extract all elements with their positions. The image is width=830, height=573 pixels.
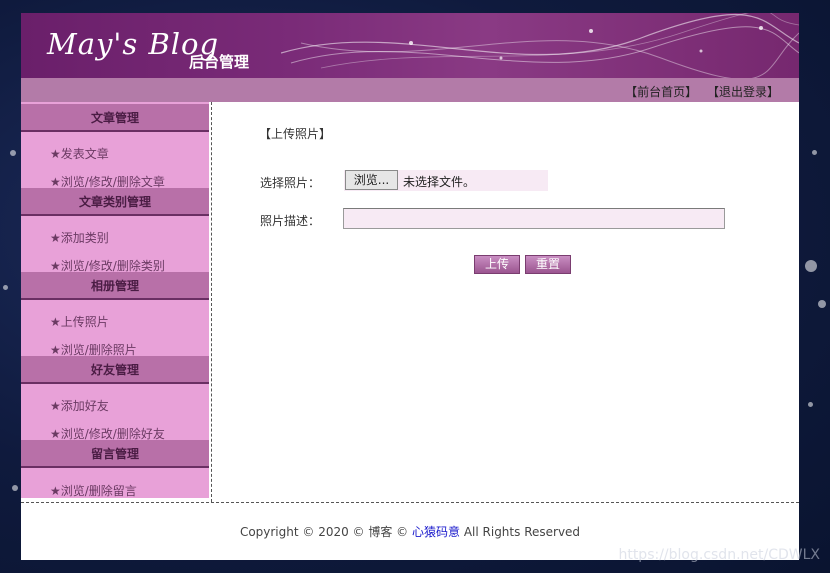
file-label: 选择照片： bbox=[260, 176, 321, 190]
star-dot bbox=[808, 402, 813, 407]
copyright-prefix: Copyright © 2020 © 博客 © bbox=[239, 525, 412, 539]
star-dot bbox=[818, 300, 826, 308]
site-link[interactable]: 心猿码意 bbox=[412, 525, 460, 539]
sidebar-item-add-friend[interactable]: ★添加好友 bbox=[50, 397, 109, 414]
sidebar-item-post-article[interactable]: ★发表文章 bbox=[50, 145, 109, 162]
reset-button[interactable]: 重置 bbox=[525, 255, 571, 274]
upload-button[interactable]: 上传 bbox=[474, 255, 520, 274]
header-banner: May's Blog 后台管理 bbox=[21, 13, 799, 78]
star-dot bbox=[12, 485, 18, 491]
sidebar-section-album[interactable]: 相册管理 bbox=[21, 272, 209, 300]
star-dot bbox=[3, 285, 8, 290]
sidebar-item-manage-messages[interactable]: ★浏览/删除留言 bbox=[50, 482, 137, 499]
browse-button[interactable]: 浏览... bbox=[345, 170, 398, 190]
star-dot bbox=[805, 260, 817, 272]
copyright-suffix: All Rights Reserved bbox=[460, 525, 581, 539]
sidebar-item-upload-photo[interactable]: ★上传照片 bbox=[50, 313, 109, 330]
file-status-text: 未选择文件。 bbox=[403, 175, 476, 189]
description-input[interactable] bbox=[343, 208, 725, 229]
top-links: 【前台首页】 【退出登录】 bbox=[619, 83, 779, 100]
admin-subtitle: 后台管理 bbox=[189, 53, 250, 71]
top-nav-bar: 【前台首页】 【退出登录】 bbox=[21, 78, 799, 102]
footer: Copyright © 2020 © 博客 © 心猿码意 All Rights … bbox=[21, 523, 799, 540]
sidebar-section-categories[interactable]: 文章类别管理 bbox=[21, 188, 209, 216]
admin-page: May's Blog 后台管理 【前台首页】 【退出登录】 文章管理 ★发表文章… bbox=[21, 13, 799, 560]
sidebar-item-add-category[interactable]: ★添加类别 bbox=[50, 229, 109, 246]
star-dot bbox=[812, 150, 817, 155]
sidebar-section-friends[interactable]: 好友管理 bbox=[21, 356, 209, 384]
frontend-home-link[interactable]: 【前台首页】 bbox=[625, 85, 697, 99]
sidebar-section-articles[interactable]: 文章管理 bbox=[21, 104, 209, 132]
watermark: https://blog.csdn.net/CDWLX bbox=[618, 547, 820, 563]
description-label: 照片描述： bbox=[260, 214, 321, 228]
file-input[interactable]: 浏览... 未选择文件。 bbox=[344, 170, 548, 191]
footer-divider bbox=[21, 502, 799, 503]
logout-link[interactable]: 【退出登录】 bbox=[707, 85, 779, 99]
star-dot bbox=[10, 150, 16, 156]
swirl-decoration bbox=[281, 13, 799, 78]
sidebar-divider bbox=[211, 102, 212, 502]
page-title: 【上传照片】 bbox=[259, 127, 332, 141]
sidebar-section-messages[interactable]: 留言管理 bbox=[21, 440, 209, 468]
sidebar: 文章管理 ★发表文章 ★浏览/修改/删除文章 文章类别管理 ★添加类别 ★浏览/… bbox=[21, 102, 209, 498]
